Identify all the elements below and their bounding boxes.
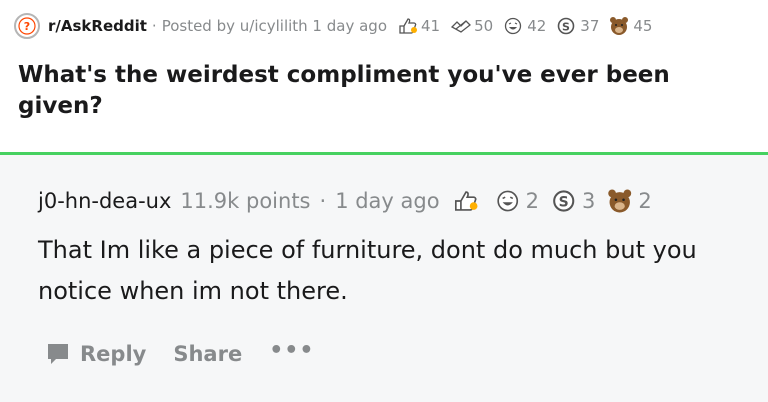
award-count: 45: [633, 17, 653, 35]
share-button[interactable]: Share: [173, 342, 242, 366]
award-count: 41: [421, 17, 441, 35]
award-wholesome[interactable]: 50: [450, 17, 493, 35]
silver-award-icon: S: [553, 190, 575, 212]
post-meta: ? r/AskReddit · Posted by u/icylilith 1 …: [14, 12, 652, 40]
reply-label: Reply: [80, 342, 147, 366]
helpful-award-icon: [454, 191, 478, 211]
award-count: 37: [580, 17, 600, 35]
comment-actions: Reply Share •••: [46, 338, 314, 370]
comment-meta: j0-hn-dea-ux 11.9k points · 1 day ago 2 …: [38, 185, 652, 217]
meta-separator: ·: [151, 17, 157, 35]
laughing-award-icon: [496, 190, 518, 212]
svg-text:S: S: [559, 195, 569, 211]
bear-award-icon: [608, 189, 632, 213]
laughing-award-icon: [505, 17, 522, 35]
silver-award-icon: S: [557, 17, 575, 35]
comment: j0-hn-dea-ux 11.9k points · 1 day ago 2 …: [0, 155, 768, 402]
comment-body: That Im like a piece of furniture, dont …: [38, 236, 697, 305]
award-bear[interactable]: 45: [609, 16, 652, 36]
comment-bubble-icon: [48, 344, 68, 364]
award-helpful[interactable]: [452, 189, 483, 213]
subreddit-link[interactable]: r/AskReddit: [48, 17, 147, 35]
comment-time[interactable]: 1 day ago: [335, 189, 439, 213]
subreddit-icon[interactable]: ?: [14, 13, 40, 39]
award-laughing[interactable]: 42: [503, 17, 546, 35]
award-bear[interactable]: 2: [607, 188, 652, 214]
comment-points: 11.9k points: [180, 189, 311, 213]
award-count: 2: [525, 189, 539, 213]
post-title[interactable]: What's the weirdest compliment you've ev…: [18, 60, 758, 122]
reply-button[interactable]: Reply: [46, 342, 146, 366]
bear-award-icon: [610, 17, 629, 35]
award-laughing[interactable]: 2: [495, 189, 539, 213]
award-count: 2: [638, 189, 652, 213]
award-silver[interactable]: S 3: [551, 189, 595, 213]
award-silver[interactable]: S 37: [556, 17, 599, 35]
award-count: 50: [474, 17, 494, 35]
svg-text:?: ?: [24, 20, 30, 33]
more-options-button[interactable]: •••: [269, 338, 314, 363]
wholesome-award-icon: [451, 20, 472, 33]
award-count: 42: [527, 17, 547, 35]
svg-text:S: S: [562, 21, 570, 34]
comment-author[interactable]: j0-hn-dea-ux: [38, 189, 171, 213]
post-header: ? r/AskReddit · Posted by u/icylilith 1 …: [0, 0, 768, 152]
award-count: 3: [581, 189, 596, 213]
posted-by[interactable]: Posted by u/icylilith 1 day ago: [162, 17, 387, 35]
helpful-award-icon: [399, 18, 417, 34]
award-helpful[interactable]: 41: [397, 17, 440, 35]
meta-separator: ·: [319, 189, 327, 213]
